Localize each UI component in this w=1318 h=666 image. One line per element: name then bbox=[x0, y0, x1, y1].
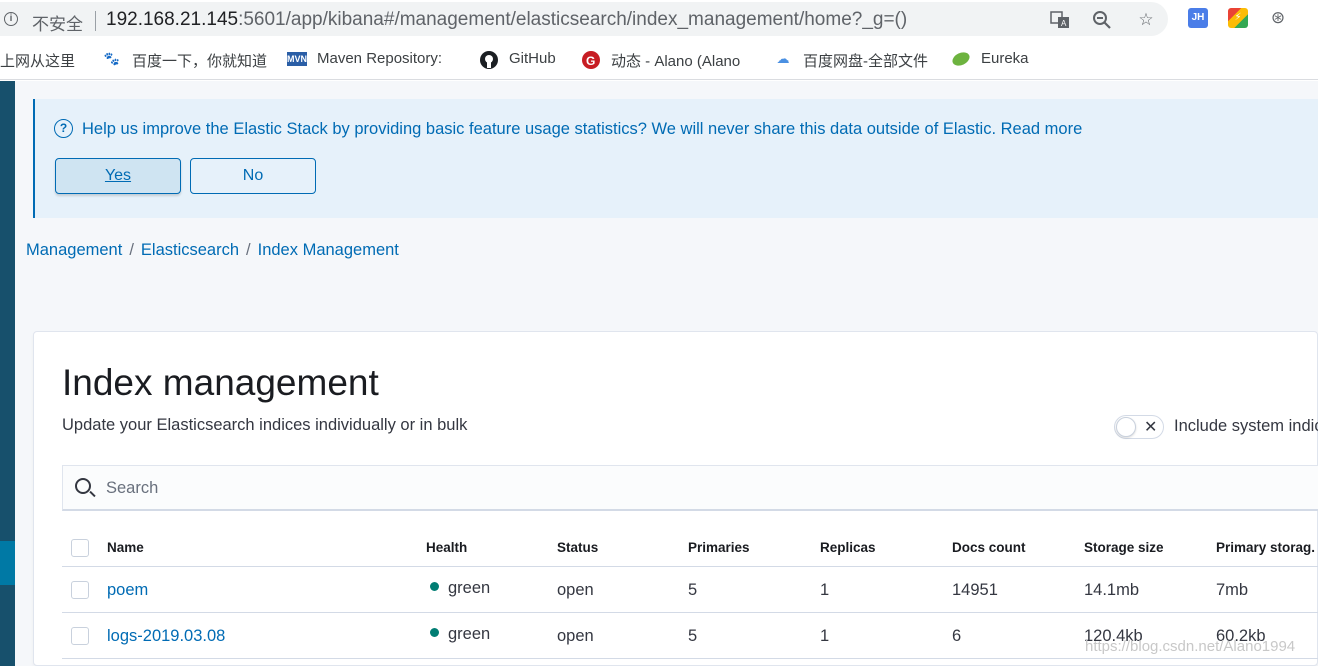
breadcrumb-separator: / bbox=[129, 241, 134, 259]
kibana-side-nav bbox=[0, 81, 15, 666]
docs-count-cell: 6 bbox=[952, 627, 962, 645]
health-cell: green bbox=[430, 625, 490, 644]
status-cell: open bbox=[557, 627, 594, 645]
status-cell: open bbox=[557, 581, 594, 599]
primary-storage-cell: 7mb bbox=[1216, 581, 1249, 599]
toggle-knob bbox=[1116, 417, 1136, 437]
table-header: Name Health Status Primaries Replicas Do… bbox=[62, 528, 1318, 567]
mvn-icon: MVN bbox=[287, 52, 307, 66]
bookmark-item[interactable]: GitHub bbox=[509, 50, 556, 67]
watermark: https://blog.csdn.net/Alano1994 bbox=[1085, 638, 1296, 655]
page-description: Update your Elasticsearch indices indivi… bbox=[62, 416, 468, 434]
health-dot-icon bbox=[430, 582, 439, 591]
health-cell: green bbox=[430, 579, 490, 598]
column-header-docs-count[interactable]: Docs count bbox=[952, 540, 1026, 555]
main-content: ? Help us improve the Elastic Stack by p… bbox=[15, 81, 1318, 666]
bookmark-item[interactable]: Maven Repository: bbox=[317, 50, 457, 67]
gitee-icon: G bbox=[581, 50, 601, 69]
bookmark-item[interactable]: 百度网盘-全部文件 bbox=[803, 50, 928, 71]
bookmarks-bar: 上网从这里 🐾 百度一下，你就知道 MVN Maven Repository: … bbox=[0, 38, 1318, 80]
breadcrumb: Management / Elasticsearch / Index Managemen… bbox=[26, 241, 399, 260]
jh-extension-icon[interactable]: JH bbox=[1188, 8, 1208, 28]
primaries-cell: 5 bbox=[688, 627, 698, 645]
bookmark-item[interactable]: 上网从这里 bbox=[0, 50, 80, 71]
search-input[interactable] bbox=[106, 476, 1306, 500]
row-checkbox[interactable] bbox=[71, 581, 89, 599]
breadcrumb-elasticsearch[interactable]: Elasticsearch bbox=[141, 241, 239, 259]
color-extension-icon[interactable]: ⚡ bbox=[1228, 8, 1248, 28]
question-icon: ? bbox=[54, 119, 73, 138]
column-header-replicas[interactable]: Replicas bbox=[820, 540, 876, 555]
translate-icon[interactable]: A bbox=[1050, 10, 1070, 30]
url-divider bbox=[95, 11, 96, 31]
close-icon: ✕ bbox=[1144, 419, 1158, 436]
replicas-cell: 1 bbox=[820, 581, 830, 599]
column-header-primaries[interactable]: Primaries bbox=[688, 540, 750, 555]
bookmark-item[interactable]: 百度一下，你就知道 bbox=[132, 50, 267, 71]
info-icon[interactable]: i bbox=[4, 12, 18, 26]
breadcrumb-management[interactable]: Management bbox=[26, 241, 122, 259]
column-header-name[interactable]: Name bbox=[107, 540, 144, 555]
toggle-label[interactable]: Include system indic bbox=[1174, 417, 1318, 436]
bookmark-item[interactable]: 动态 - Alano (Alano bbox=[611, 50, 754, 71]
url-host: 192.168.21.145 bbox=[106, 9, 239, 30]
health-value: green bbox=[448, 579, 491, 597]
bookmark-item[interactable]: Eureka bbox=[981, 50, 1029, 67]
index-name-link[interactable]: poem bbox=[107, 581, 148, 600]
svg-text:A: A bbox=[1061, 19, 1067, 28]
storage-size-cell: 14.1mb bbox=[1084, 581, 1140, 599]
column-header-storage-size[interactable]: Storage size bbox=[1084, 540, 1164, 555]
column-header-health[interactable]: Health bbox=[426, 540, 467, 555]
include-system-indices-toggle[interactable]: ✕ bbox=[1114, 415, 1164, 439]
breadcrumb-index-management[interactable]: Index Management bbox=[258, 241, 399, 259]
search-box[interactable] bbox=[62, 465, 1318, 511]
column-header-status[interactable]: Status bbox=[557, 540, 598, 555]
github-icon bbox=[479, 50, 499, 69]
column-header-primary-storage[interactable]: Primary storag. bbox=[1216, 540, 1315, 555]
url-path: :5601/app/kibana#/management/elasticsear… bbox=[238, 9, 908, 30]
select-all-checkbox[interactable] bbox=[71, 539, 89, 557]
telemetry-callout: ? Help us improve the Elastic Stack by p… bbox=[33, 99, 1318, 218]
table-row: poem green open 5 1 14951 14.1mb 7mb bbox=[62, 567, 1318, 613]
side-nav-active-marker[interactable] bbox=[0, 541, 15, 585]
svg-text:G: G bbox=[586, 54, 595, 68]
zoom-icon[interactable] bbox=[1092, 10, 1112, 30]
primaries-cell: 5 bbox=[688, 581, 698, 599]
bookmark-star-icon[interactable]: ☆ bbox=[1136, 10, 1156, 30]
health-value: green bbox=[448, 625, 491, 643]
row-checkbox[interactable] bbox=[71, 627, 89, 645]
address-bar[interactable]: i 不安全 192.168.21.145:5601/app/kibana#/ma… bbox=[0, 2, 1168, 36]
url-text[interactable]: 192.168.21.145:5601/app/kibana#/manageme… bbox=[106, 9, 907, 31]
page-title: Index management bbox=[62, 362, 379, 403]
index-name-link[interactable]: logs-2019.03.08 bbox=[107, 627, 225, 646]
chrome-extension-icon[interactable]: ⊛ bbox=[1268, 8, 1288, 28]
security-label[interactable]: 不安全 bbox=[32, 10, 83, 35]
leaf-icon bbox=[951, 50, 971, 68]
replicas-cell: 1 bbox=[820, 627, 830, 645]
docs-count-cell: 14951 bbox=[952, 581, 998, 599]
baidu-pan-icon: ☁ bbox=[776, 51, 790, 66]
browser-toolbar: i 不安全 192.168.21.145:5601/app/kibana#/ma… bbox=[0, 0, 1318, 38]
index-management-panel: Index management Update your Elasticsear… bbox=[33, 331, 1318, 666]
yes-button[interactable]: Yes bbox=[55, 158, 181, 194]
baidu-paw-icon: 🐾 bbox=[103, 51, 121, 66]
health-dot-icon bbox=[430, 628, 439, 637]
breadcrumb-separator: / bbox=[246, 241, 251, 259]
no-button[interactable]: No bbox=[190, 158, 316, 194]
callout-text[interactable]: Help us improve the Elastic Stack by pro… bbox=[82, 120, 1082, 139]
search-icon bbox=[75, 478, 91, 494]
